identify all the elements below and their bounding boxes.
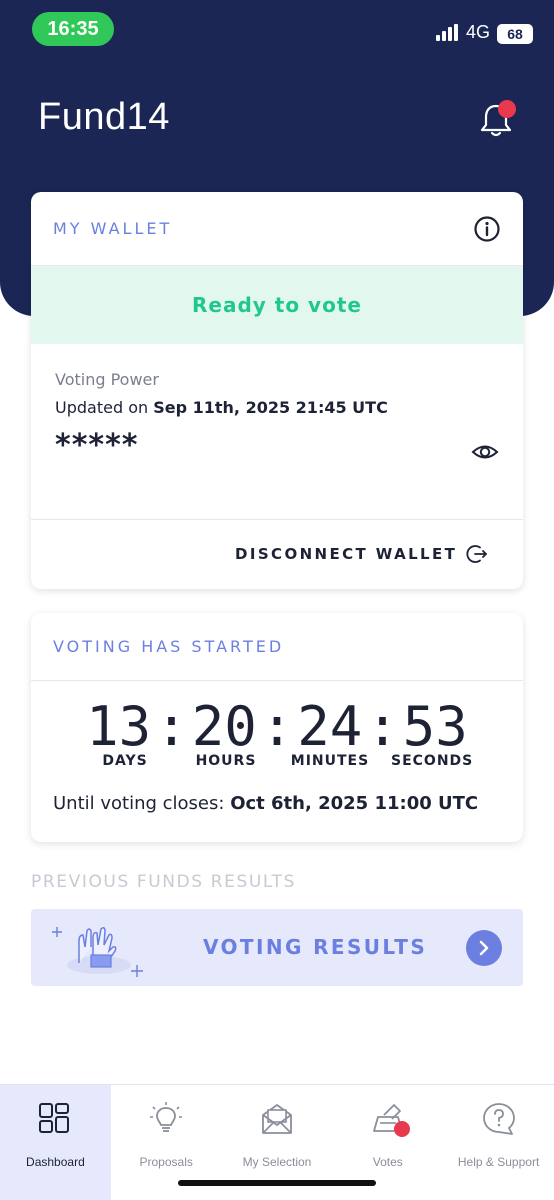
- countdown-hours: 20: [191, 694, 257, 758]
- nav-item-help-support[interactable]: Help & Support: [443, 1085, 554, 1200]
- countdown-days: 13: [86, 694, 152, 758]
- nav-label-my-selection: My Selection: [242, 1155, 312, 1169]
- countdown-separator: :: [155, 694, 188, 758]
- home-indicator: [178, 1180, 376, 1186]
- voting-power-label: Voting Power: [55, 370, 159, 389]
- seconds-label: SECONDS: [391, 753, 474, 769]
- wallet-title: MY WALLET: [53, 219, 173, 238]
- voting-power-updated: Updated on Sep 11th, 2025 21:45 UTC: [55, 398, 388, 417]
- battery-icon: 68: [497, 24, 533, 44]
- countdown-separator: :: [260, 694, 294, 758]
- wallet-status-banner: Ready to vote: [31, 266, 523, 344]
- countdown-minutes: 24: [297, 694, 363, 758]
- minutes-label: MINUTES: [290, 753, 370, 769]
- logout-icon: [466, 545, 488, 563]
- nav-label-dashboard: Dashboard: [26, 1155, 85, 1169]
- signal-icon: [436, 24, 460, 42]
- dashboard-icon: [39, 1103, 70, 1133]
- nav-label-votes: Votes: [372, 1155, 403, 1169]
- voting-title: VOTING HAS STARTED: [53, 637, 285, 656]
- lightbulb-icon: [150, 1102, 183, 1132]
- wallet-card-header: MY WALLET: [31, 192, 523, 266]
- chevron-right-icon[interactable]: [466, 930, 502, 966]
- countdown-separator: :: [366, 694, 399, 758]
- disconnect-wallet-button[interactable]: DISCONNECT WALLET: [235, 542, 489, 566]
- previous-funds-title: PREVIOUS FUNDS RESULTS: [31, 872, 296, 892]
- voting-results-label: VOTING RESULTS: [203, 935, 428, 959]
- envelope-icon: [262, 1104, 292, 1134]
- wallet-card: MY WALLET Ready to vote Voting Power Upd…: [31, 192, 523, 589]
- voting-results-banner[interactable]: VOTING RESULTS: [31, 909, 523, 986]
- info-icon[interactable]: [473, 215, 501, 243]
- votes-badge: [394, 1121, 411, 1137]
- hours-label: HOURS: [195, 753, 257, 769]
- status-bar: 16:35 4G 68: [0, 0, 554, 60]
- status-time: 16:35: [32, 12, 114, 46]
- until-prefix: Until voting closes:: [53, 793, 225, 814]
- voting-power-value: *****: [55, 428, 139, 463]
- nav-label-proposals: Proposals: [139, 1155, 193, 1169]
- notification-badge: [498, 100, 516, 118]
- countdown-seconds: 53: [402, 694, 468, 758]
- eye-icon[interactable]: [471, 440, 499, 464]
- battery-level: 68: [507, 26, 523, 42]
- raised-hands-illustration: [52, 926, 143, 977]
- disconnect-label: DISCONNECT WALLET: [235, 545, 458, 563]
- voting-card: VOTING HAS STARTED 13 : 20 : 24 : 53 DAY…: [31, 613, 523, 842]
- nav-item-dashboard[interactable]: Dashboard: [0, 1085, 111, 1200]
- until-date: Oct 6th, 2025 11:00 UTC: [230, 793, 479, 814]
- network-type: 4G: [466, 22, 491, 42]
- help-icon: [482, 1103, 515, 1135]
- updated-prefix: Updated on: [55, 398, 149, 417]
- countdown-timer: 13 : 20 : 24 : 53: [31, 694, 523, 758]
- days-label: DAYS: [102, 753, 148, 769]
- app-title: Fund14: [38, 96, 170, 138]
- nav-label-help-support: Help & Support: [457, 1155, 540, 1169]
- divider: [31, 519, 523, 520]
- voting-card-header: VOTING HAS STARTED: [31, 613, 523, 681]
- voting-closes-text: Until voting closes: Oct 6th, 2025 11:00…: [53, 793, 478, 814]
- updated-date: Sep 11th, 2025 21:45 UTC: [153, 398, 388, 417]
